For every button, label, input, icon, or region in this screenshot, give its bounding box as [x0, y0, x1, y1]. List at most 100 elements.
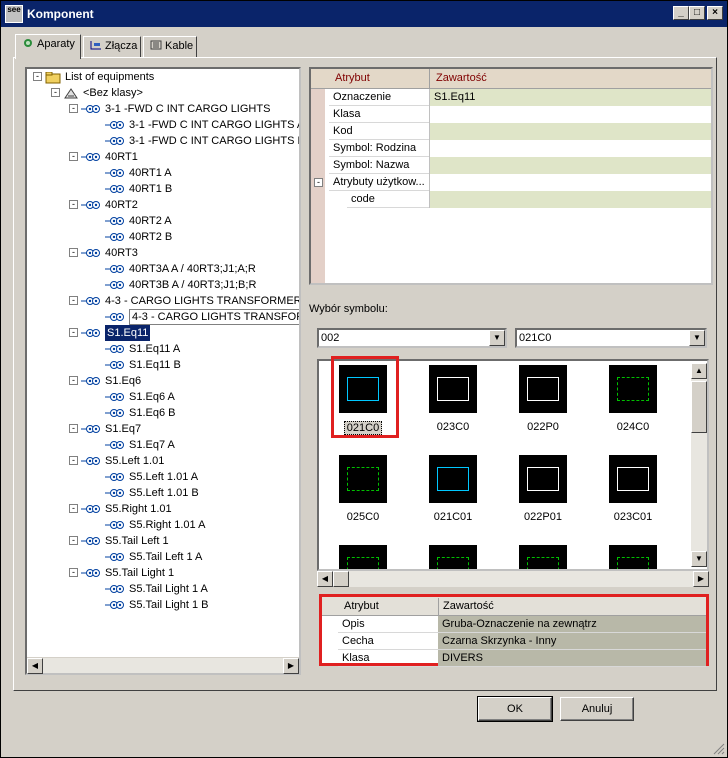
collapse-icon[interactable]: - — [69, 568, 78, 577]
tree-node-item[interactable]: - 40RT3 — [27, 245, 297, 261]
property-attr-label: Atrybuty użytkow... — [329, 174, 429, 191]
tree-horizontal-scrollbar[interactable]: ◀ ▶ — [27, 657, 299, 674]
collapse-icon[interactable]: - — [69, 504, 78, 513]
collapse-icon[interactable]: - — [69, 248, 78, 257]
tree-node-item[interactable]: - S5.Tail Left 1 — [27, 533, 297, 549]
chevron-down-icon[interactable]: ▼ — [489, 330, 505, 346]
symbol-tile[interactable] — [423, 545, 483, 569]
equipment-tree[interactable]: - List of equipments - <Bez klasy> -3-1 -FWD… — [25, 67, 301, 675]
tree-leaf-item[interactable]: 4-3 - CARGO LIGHTS TRANSFORME — [27, 309, 299, 325]
gallery-horizontal-scrollbar[interactable]: ◀ ▶ — [317, 571, 709, 587]
tree-leaf-item[interactable]: S5.Tail Left 1 A — [27, 549, 297, 565]
collapse-icon[interactable]: - — [33, 72, 42, 81]
property-value-cell[interactable] — [429, 174, 711, 191]
tree-leaf-item[interactable]: S5.Tail Light 1 B — [27, 597, 297, 613]
tab-kable-label: Kable — [165, 40, 194, 52]
tree-leaf-item[interactable]: S1.Eq11 A — [27, 341, 297, 357]
gallery-hscroll-thumb[interactable] — [333, 571, 349, 587]
tree-node-item[interactable]: - 3-1 -FWD C INT CARGO LIGHTS — [27, 101, 297, 117]
collapse-icon[interactable]: - — [69, 152, 78, 161]
minimize-button[interactable]: _ — [673, 6, 689, 20]
symbol-shape — [617, 467, 649, 491]
tree-leaf-item[interactable]: S5.Left 1.01 A — [27, 469, 297, 485]
property-value-cell[interactable]: S1.Eq11 — [429, 89, 711, 106]
property-attr-label: Symbol: Rodzina — [329, 140, 429, 157]
scroll-left-arrow-icon[interactable]: ◀ — [27, 658, 43, 674]
scroll-right-arrow-icon[interactable]: ▶ — [693, 571, 709, 587]
scroll-left-arrow-icon[interactable]: ◀ — [317, 571, 333, 587]
chevron-down-icon[interactable]: ▼ — [689, 330, 705, 346]
gallery-scroll-thumb[interactable] — [691, 381, 707, 433]
tab-aparaty[interactable]: Aparaty — [15, 34, 81, 59]
title-bar[interactable]: see Komponent _ □ × — [1, 1, 727, 27]
tree-leaf-item[interactable]: 3-1 -FWD C INT CARGO LIGHTS B — [27, 133, 299, 149]
symbol-tile[interactable]: 022P0 — [513, 365, 573, 433]
tab-kable[interactable]: Kable — [143, 36, 197, 58]
collapse-icon[interactable]: - — [69, 456, 78, 465]
tree-leaf-item[interactable]: S1.Eq7 A — [27, 437, 297, 453]
symbol-attributes-grid[interactable]: Atrybut Zawartość Opis Gruba-Oznaczenie n… — [319, 594, 709, 667]
equipment-icon — [81, 536, 103, 546]
tree-leaf-item[interactable]: 40RT1 B — [27, 181, 297, 197]
tree-leaf-item[interactable]: 3-1 -FWD C INT CARGO LIGHTS A — [27, 117, 299, 133]
scroll-up-arrow-icon[interactable]: ▲ — [691, 363, 707, 379]
tree-leaf-item[interactable]: S5.Tail Light 1 A — [27, 581, 297, 597]
tree-leaf-item[interactable]: S1.Eq6 B — [27, 405, 297, 421]
symbol-tile[interactable] — [603, 545, 663, 569]
tree-leaf-item[interactable]: 40RT2 A — [27, 213, 297, 229]
gallery-vertical-scrollbar[interactable]: ▲ ▼ — [691, 363, 707, 567]
property-value-cell[interactable] — [429, 123, 711, 140]
symbol-tile[interactable]: 023C0 — [423, 365, 483, 433]
maximize-button[interactable]: □ — [689, 6, 705, 20]
tree-node-item[interactable]: - S5.Left 1.01 — [27, 453, 297, 469]
symbol-name-combo[interactable]: 021C0 ▼ — [515, 328, 707, 348]
tree-node-item[interactable]: - S1.Eq6 — [27, 373, 297, 389]
property-value-cell[interactable] — [429, 157, 711, 174]
property-value-cell[interactable] — [429, 191, 711, 208]
ok-button[interactable]: OK — [477, 696, 553, 722]
tree-leaf-item[interactable]: S1.Eq11 B — [27, 357, 297, 373]
tree-node-item[interactable]: - 4-3 - CARGO LIGHTS TRANSFORMER — [27, 293, 299, 309]
tree-leaf-item[interactable]: 40RT2 B — [27, 229, 297, 245]
close-button[interactable]: × — [707, 6, 723, 20]
tab-zlacza[interactable]: Złącza — [83, 36, 141, 58]
symbol-family-combo[interactable]: 002 ▼ — [317, 328, 507, 348]
tree-leaf-item[interactable]: 40RT3A A / 40RT3;J1;A;R — [27, 261, 297, 277]
tree-leaf-item[interactable]: 40RT3B A / 40RT3;J1;B;R — [27, 277, 297, 293]
collapse-icon[interactable]: - — [69, 104, 78, 113]
tree-node-item[interactable]: - <Bez klasy> — [27, 85, 297, 101]
collapse-icon[interactable]: - — [51, 88, 60, 97]
resize-grip-icon[interactable] — [713, 743, 725, 755]
collapse-icon[interactable]: - — [69, 296, 78, 305]
tree-node-item[interactable]: - 40RT2 — [27, 197, 297, 213]
collapse-icon[interactable]: - — [69, 376, 78, 385]
symbol-tile[interactable]: 023C01 — [603, 455, 663, 523]
tree-leaf-item[interactable]: S1.Eq6 A — [27, 389, 297, 405]
collapse-icon[interactable]: - — [69, 424, 78, 433]
properties-grid[interactable]: Atrybut Zawartość Oznaczenie S1.Eq11 Klasa… — [309, 67, 713, 285]
collapse-icon[interactable]: - — [69, 328, 78, 337]
symbol-tile[interactable]: 022P01 — [513, 455, 573, 523]
tree-node-item[interactable]: - S5.Right 1.01 — [27, 501, 297, 517]
collapse-icon[interactable]: - — [314, 178, 323, 187]
tree-node-item[interactable]: - S1.Eq7 — [27, 421, 297, 437]
scroll-right-arrow-icon[interactable]: ▶ — [283, 658, 299, 674]
tree-leaf-item[interactable]: S5.Left 1.01 B — [27, 485, 297, 501]
scroll-down-arrow-icon[interactable]: ▼ — [691, 551, 707, 567]
collapse-icon[interactable]: - — [69, 200, 78, 209]
cancel-button[interactable]: Anuluj — [560, 697, 634, 721]
symbol-tile[interactable]: 024C0 — [603, 365, 663, 433]
property-value-cell[interactable] — [429, 140, 711, 157]
symbol-tile[interactable]: 025C0 — [333, 455, 393, 523]
tree-leaf-item[interactable]: S5.Right 1.01 A — [27, 517, 297, 533]
tree-leaf-item[interactable]: 40RT1 A — [27, 165, 297, 181]
symbol-tile[interactable] — [333, 545, 393, 569]
tree-node-item[interactable]: - S5.Tail Light 1 — [27, 565, 297, 581]
collapse-icon[interactable]: - — [69, 536, 78, 545]
symbol-tile[interactable]: 021C01 — [423, 455, 483, 523]
tree-node-item[interactable]: - List of equipments — [27, 69, 297, 85]
property-value-cell[interactable] — [429, 106, 711, 123]
tree-node-item[interactable]: - S1.Eq11 — [27, 325, 297, 341]
tree-node-item[interactable]: - 40RT1 — [27, 149, 297, 165]
symbol-tile[interactable] — [513, 545, 573, 569]
